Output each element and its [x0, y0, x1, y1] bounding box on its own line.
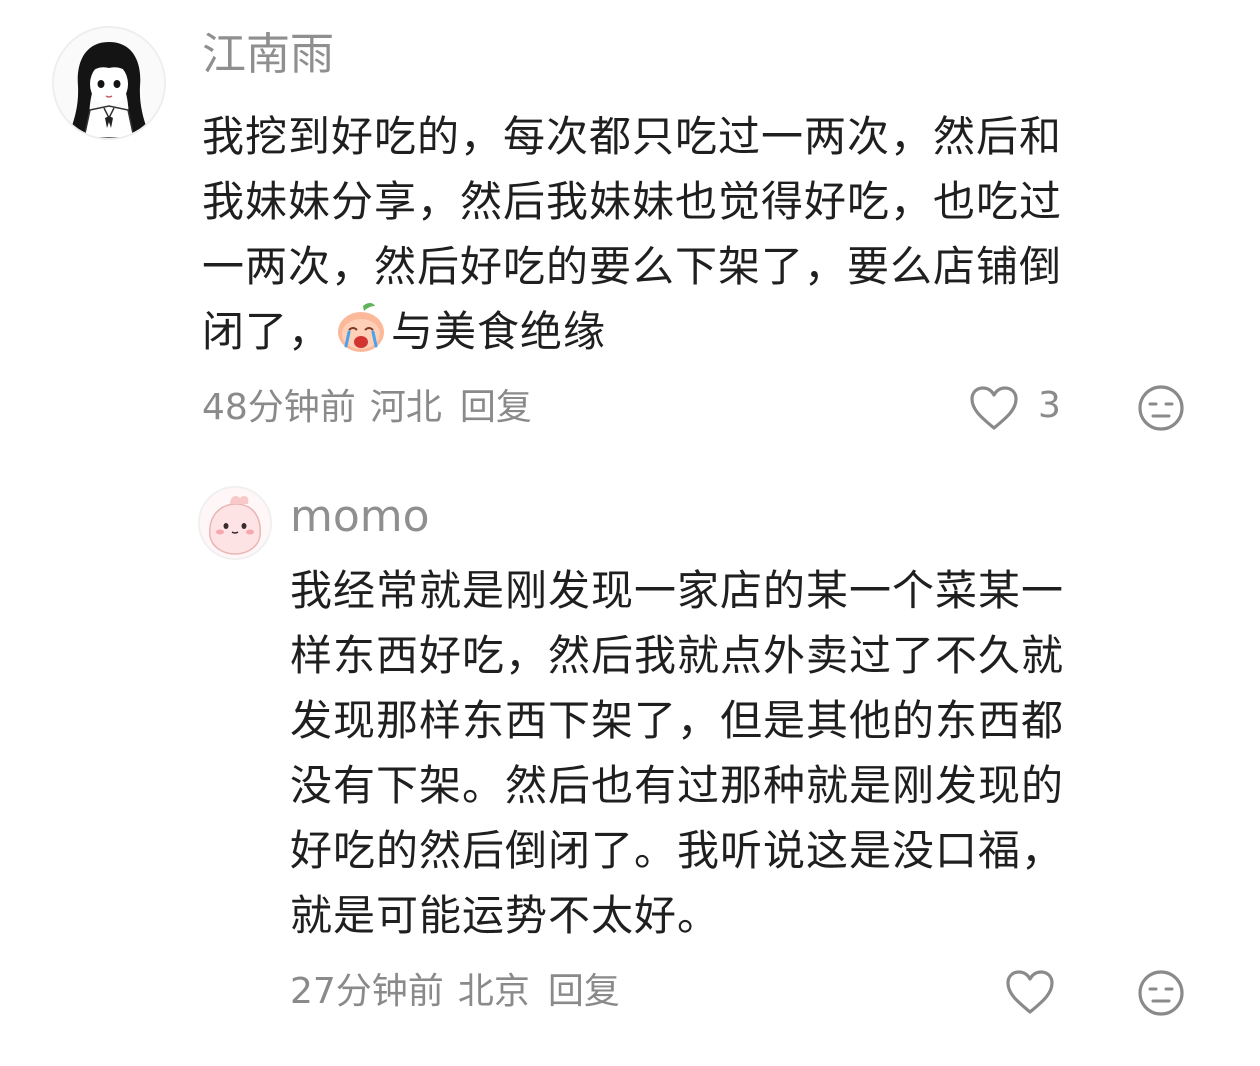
pink-bunny-avatar-icon — [200, 488, 270, 558]
comment-line: 发现那样东西下架了，但是其他的东西都 — [290, 696, 1065, 745]
username[interactable]: 江南雨 — [202, 30, 334, 80]
comment-text: 我经常就是刚发现一家店的某一个菜某一 样东西好吃，然后我就点外卖过了不久就 发现… — [290, 558, 1064, 948]
comment-line: 就是可能运势不太好。 — [290, 891, 721, 940]
dislike-button[interactable] — [1136, 383, 1186, 433]
reply-button[interactable]: 回复 — [460, 387, 532, 428]
girl-sketch-avatar-icon — [54, 28, 164, 138]
comment-line: 好吃的然后倒闭了。我听说这是没口福， — [290, 826, 1065, 875]
comment-text: 我挖到好吃的，每次都只吃过一两次，然后和 我妹妹分享，然后我妹妹也觉得好吃，也吃… — [202, 104, 1062, 364]
comment-text-suffix: 与美食绝缘 — [391, 307, 607, 356]
comment-line-last: 闭了， 与美食绝缘 — [202, 299, 1062, 364]
like-count: 3 — [1038, 385, 1061, 426]
comment-line: 我挖到好吃的，每次都只吃过一两次，然后和 — [202, 112, 1063, 161]
comment-meta: 27分钟前 北京 回复 — [290, 970, 634, 1014]
crying-peach-emoji-icon — [338, 303, 385, 352]
comment-line: 我经常就是刚发现一家店的某一个菜某一 — [290, 566, 1065, 615]
comment-line: 没有下架。然后也有过那种就是刚发现的 — [290, 761, 1065, 810]
comment-location: 北京 — [457, 971, 530, 1012]
comment-time: 48分钟前 — [202, 387, 356, 428]
comment-time: 27分钟前 — [290, 971, 444, 1012]
comment-line: 一两次，然后好吃的要么下架了，要么店铺倒 — [202, 242, 1063, 291]
heart-outline-icon — [970, 386, 1018, 430]
dislike-button[interactable] — [1136, 968, 1186, 1018]
comment-text-prefix: 闭了， — [202, 307, 332, 356]
like-button[interactable] — [1004, 968, 1056, 1016]
comment-location: 河北 — [369, 387, 442, 428]
meh-face-icon — [1138, 385, 1184, 431]
comment-meta: 48分钟前 河北 回复 — [202, 386, 546, 430]
like-button[interactable] — [968, 384, 1020, 432]
comment-line: 我妹妹分享，然后我妹妹也觉得好吃，也吃过 — [202, 177, 1063, 226]
avatar[interactable] — [52, 26, 166, 140]
meh-face-icon — [1138, 970, 1184, 1016]
avatar[interactable] — [198, 486, 272, 560]
comment-line: 样东西好吃，然后我就点外卖过了不久就 — [290, 631, 1065, 680]
heart-outline-icon — [1006, 970, 1054, 1014]
reply-button[interactable]: 回复 — [548, 971, 620, 1012]
username[interactable]: momo — [290, 492, 430, 542]
